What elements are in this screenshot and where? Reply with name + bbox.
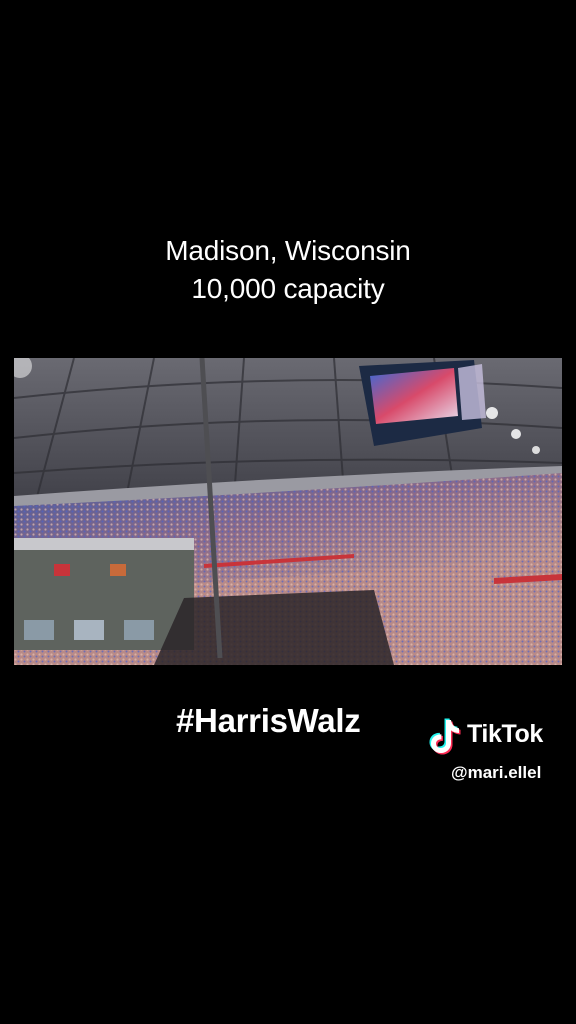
creator-handle: @mari.ellel	[451, 763, 542, 782]
caption-line-capacity: 10,000 capacity	[191, 273, 385, 304]
arena-crowd-image	[14, 358, 562, 665]
arena-video-clip[interactable]	[14, 358, 562, 665]
tiktok-watermark: TikTok @mari.ellel	[426, 716, 566, 786]
video-frame: Madison, Wisconsin 10,000 capacity #Harr…	[0, 0, 576, 1024]
tiktok-brand-label: TikTok	[467, 720, 543, 748]
caption-text: Madison, Wisconsin 10,000 capacity	[0, 232, 576, 308]
tiktok-note-icon	[429, 718, 461, 755]
caption-line-location: Madison, Wisconsin	[165, 235, 411, 266]
hashtag-overlay: #HarrisWalz	[176, 702, 361, 739]
